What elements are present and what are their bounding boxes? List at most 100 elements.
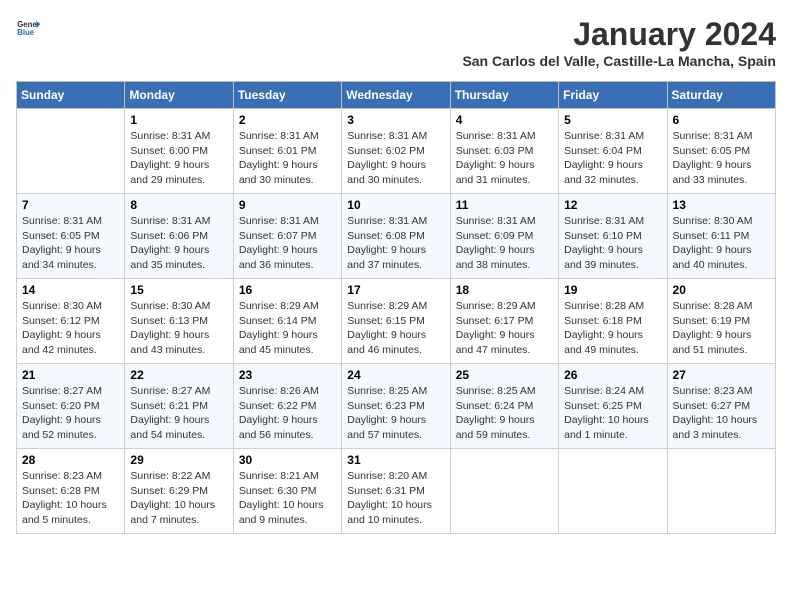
day-info: Sunrise: 8:24 AM Sunset: 6:25 PM Dayligh… xyxy=(564,384,661,443)
day-info: Sunrise: 8:31 AM Sunset: 6:10 PM Dayligh… xyxy=(564,214,661,273)
calendar-cell: 25 Sunrise: 8:25 AM Sunset: 6:24 PM Dayl… xyxy=(450,364,558,449)
svg-text:Blue: Blue xyxy=(17,28,35,37)
day-info: Sunrise: 8:31 AM Sunset: 6:00 PM Dayligh… xyxy=(130,129,227,188)
day-info: Sunrise: 8:30 AM Sunset: 6:11 PM Dayligh… xyxy=(673,214,770,273)
day-info: Sunrise: 8:31 AM Sunset: 6:02 PM Dayligh… xyxy=(347,129,444,188)
day-number: 9 xyxy=(239,198,336,212)
day-info: Sunrise: 8:30 AM Sunset: 6:12 PM Dayligh… xyxy=(22,299,119,358)
day-number: 27 xyxy=(673,368,770,382)
location-subtitle: San Carlos del Valle, Castille-La Mancha… xyxy=(462,53,776,69)
calendar-cell: 8 Sunrise: 8:31 AM Sunset: 6:06 PM Dayli… xyxy=(125,194,233,279)
day-info: Sunrise: 8:29 AM Sunset: 6:17 PM Dayligh… xyxy=(456,299,553,358)
day-info: Sunrise: 8:22 AM Sunset: 6:29 PM Dayligh… xyxy=(130,469,227,528)
day-number: 28 xyxy=(22,453,119,467)
calendar-cell: 24 Sunrise: 8:25 AM Sunset: 6:23 PM Dayl… xyxy=(342,364,450,449)
calendar-cell: 28 Sunrise: 8:23 AM Sunset: 6:28 PM Dayl… xyxy=(17,449,125,534)
month-title: January 2024 xyxy=(462,16,776,53)
day-number: 4 xyxy=(456,113,553,127)
calendar-cell: 1 Sunrise: 8:31 AM Sunset: 6:00 PM Dayli… xyxy=(125,109,233,194)
day-number: 21 xyxy=(22,368,119,382)
calendar-cell xyxy=(17,109,125,194)
day-number: 26 xyxy=(564,368,661,382)
calendar-cell: 18 Sunrise: 8:29 AM Sunset: 6:17 PM Dayl… xyxy=(450,279,558,364)
calendar-cell xyxy=(559,449,667,534)
day-number: 11 xyxy=(456,198,553,212)
calendar-cell: 3 Sunrise: 8:31 AM Sunset: 6:02 PM Dayli… xyxy=(342,109,450,194)
calendar-cell: 2 Sunrise: 8:31 AM Sunset: 6:01 PM Dayli… xyxy=(233,109,341,194)
calendar-table: SundayMondayTuesdayWednesdayThursdayFrid… xyxy=(16,81,776,534)
day-number: 3 xyxy=(347,113,444,127)
day-info: Sunrise: 8:23 AM Sunset: 6:28 PM Dayligh… xyxy=(22,469,119,528)
calendar-cell: 5 Sunrise: 8:31 AM Sunset: 6:04 PM Dayli… xyxy=(559,109,667,194)
calendar-cell: 13 Sunrise: 8:30 AM Sunset: 6:11 PM Dayl… xyxy=(667,194,775,279)
day-number: 30 xyxy=(239,453,336,467)
calendar-cell: 6 Sunrise: 8:31 AM Sunset: 6:05 PM Dayli… xyxy=(667,109,775,194)
day-number: 14 xyxy=(22,283,119,297)
day-info: Sunrise: 8:31 AM Sunset: 6:05 PM Dayligh… xyxy=(22,214,119,273)
calendar-cell: 19 Sunrise: 8:28 AM Sunset: 6:18 PM Dayl… xyxy=(559,279,667,364)
day-number: 22 xyxy=(130,368,227,382)
calendar-cell: 4 Sunrise: 8:31 AM Sunset: 6:03 PM Dayli… xyxy=(450,109,558,194)
day-number: 8 xyxy=(130,198,227,212)
day-info: Sunrise: 8:23 AM Sunset: 6:27 PM Dayligh… xyxy=(673,384,770,443)
day-number: 19 xyxy=(564,283,661,297)
weekday-header: Saturday xyxy=(667,82,775,109)
calendar-cell: 17 Sunrise: 8:29 AM Sunset: 6:15 PM Dayl… xyxy=(342,279,450,364)
day-info: Sunrise: 8:31 AM Sunset: 6:09 PM Dayligh… xyxy=(456,214,553,273)
calendar-cell: 29 Sunrise: 8:22 AM Sunset: 6:29 PM Dayl… xyxy=(125,449,233,534)
day-info: Sunrise: 8:27 AM Sunset: 6:20 PM Dayligh… xyxy=(22,384,119,443)
calendar-cell: 23 Sunrise: 8:26 AM Sunset: 6:22 PM Dayl… xyxy=(233,364,341,449)
day-number: 6 xyxy=(673,113,770,127)
day-info: Sunrise: 8:28 AM Sunset: 6:19 PM Dayligh… xyxy=(673,299,770,358)
day-number: 13 xyxy=(673,198,770,212)
day-number: 1 xyxy=(130,113,227,127)
calendar-cell xyxy=(450,449,558,534)
calendar-cell: 22 Sunrise: 8:27 AM Sunset: 6:21 PM Dayl… xyxy=(125,364,233,449)
day-info: Sunrise: 8:28 AM Sunset: 6:18 PM Dayligh… xyxy=(564,299,661,358)
weekday-header: Thursday xyxy=(450,82,558,109)
day-number: 29 xyxy=(130,453,227,467)
weekday-header: Tuesday xyxy=(233,82,341,109)
weekday-header: Monday xyxy=(125,82,233,109)
calendar-cell: 16 Sunrise: 8:29 AM Sunset: 6:14 PM Dayl… xyxy=(233,279,341,364)
calendar-cell: 26 Sunrise: 8:24 AM Sunset: 6:25 PM Dayl… xyxy=(559,364,667,449)
calendar-cell: 10 Sunrise: 8:31 AM Sunset: 6:08 PM Dayl… xyxy=(342,194,450,279)
calendar-cell: 14 Sunrise: 8:30 AM Sunset: 6:12 PM Dayl… xyxy=(17,279,125,364)
day-number: 15 xyxy=(130,283,227,297)
day-info: Sunrise: 8:31 AM Sunset: 6:01 PM Dayligh… xyxy=(239,129,336,188)
day-number: 20 xyxy=(673,283,770,297)
day-number: 7 xyxy=(22,198,119,212)
day-number: 5 xyxy=(564,113,661,127)
calendar-cell: 31 Sunrise: 8:20 AM Sunset: 6:31 PM Dayl… xyxy=(342,449,450,534)
day-info: Sunrise: 8:25 AM Sunset: 6:24 PM Dayligh… xyxy=(456,384,553,443)
day-info: Sunrise: 8:29 AM Sunset: 6:15 PM Dayligh… xyxy=(347,299,444,358)
day-number: 2 xyxy=(239,113,336,127)
day-info: Sunrise: 8:31 AM Sunset: 6:04 PM Dayligh… xyxy=(564,129,661,188)
day-number: 31 xyxy=(347,453,444,467)
calendar-cell: 12 Sunrise: 8:31 AM Sunset: 6:10 PM Dayl… xyxy=(559,194,667,279)
weekday-header: Wednesday xyxy=(342,82,450,109)
calendar-cell: 30 Sunrise: 8:21 AM Sunset: 6:30 PM Dayl… xyxy=(233,449,341,534)
day-number: 12 xyxy=(564,198,661,212)
calendar-cell xyxy=(667,449,775,534)
weekday-header: Sunday xyxy=(17,82,125,109)
logo: General Blue xyxy=(16,16,40,40)
calendar-cell: 15 Sunrise: 8:30 AM Sunset: 6:13 PM Dayl… xyxy=(125,279,233,364)
day-number: 10 xyxy=(347,198,444,212)
calendar-cell: 9 Sunrise: 8:31 AM Sunset: 6:07 PM Dayli… xyxy=(233,194,341,279)
day-info: Sunrise: 8:21 AM Sunset: 6:30 PM Dayligh… xyxy=(239,469,336,528)
day-info: Sunrise: 8:25 AM Sunset: 6:23 PM Dayligh… xyxy=(347,384,444,443)
calendar-cell: 7 Sunrise: 8:31 AM Sunset: 6:05 PM Dayli… xyxy=(17,194,125,279)
day-number: 24 xyxy=(347,368,444,382)
calendar-cell: 20 Sunrise: 8:28 AM Sunset: 6:19 PM Dayl… xyxy=(667,279,775,364)
day-number: 23 xyxy=(239,368,336,382)
day-info: Sunrise: 8:31 AM Sunset: 6:03 PM Dayligh… xyxy=(456,129,553,188)
weekday-header: Friday xyxy=(559,82,667,109)
day-number: 16 xyxy=(239,283,336,297)
day-number: 25 xyxy=(456,368,553,382)
day-number: 18 xyxy=(456,283,553,297)
day-info: Sunrise: 8:30 AM Sunset: 6:13 PM Dayligh… xyxy=(130,299,227,358)
day-info: Sunrise: 8:29 AM Sunset: 6:14 PM Dayligh… xyxy=(239,299,336,358)
day-info: Sunrise: 8:31 AM Sunset: 6:06 PM Dayligh… xyxy=(130,214,227,273)
day-info: Sunrise: 8:26 AM Sunset: 6:22 PM Dayligh… xyxy=(239,384,336,443)
